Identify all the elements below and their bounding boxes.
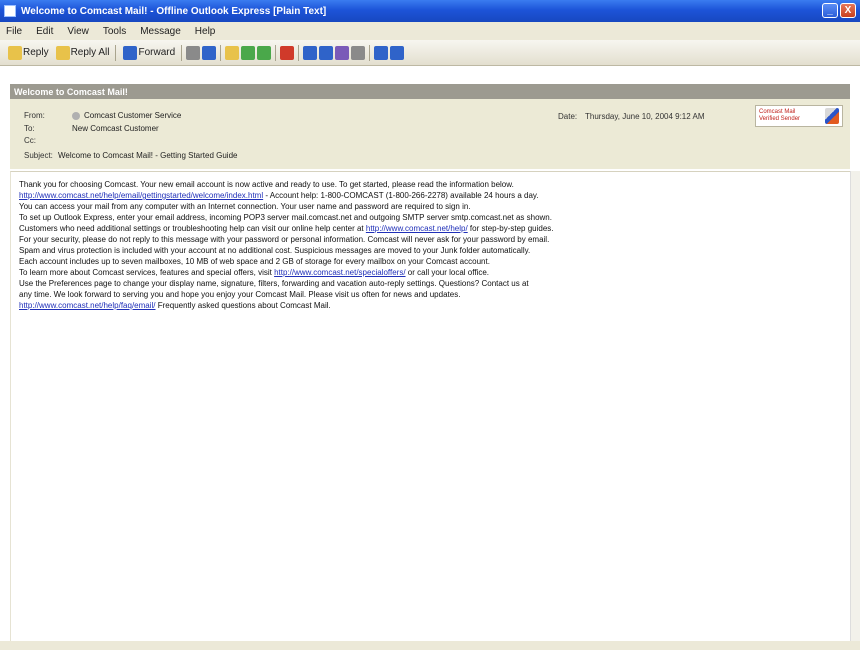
menu-view[interactable]: View bbox=[67, 26, 89, 37]
reply-button[interactable]: Reply bbox=[4, 43, 52, 63]
reply-label: Reply bbox=[23, 47, 49, 58]
menu-tools[interactable]: Tools bbox=[103, 26, 126, 37]
body-text: for step-by-step guides. bbox=[467, 224, 554, 233]
reply-all-label: Reply All bbox=[70, 47, 110, 58]
date-value: Thursday, June 10, 2004 9:12 AM bbox=[585, 112, 705, 121]
toolbar-separator bbox=[115, 44, 117, 61]
stamp-text: Comcast Mail Verified Sender bbox=[759, 109, 800, 123]
body-line: Spam and virus protection is included wi… bbox=[19, 246, 531, 255]
body-line: Each account includes up to seven mailbo… bbox=[19, 257, 490, 266]
toolbar-separator bbox=[220, 44, 222, 61]
menu-help[interactable]: Help bbox=[195, 26, 216, 37]
outlook-express-icon bbox=[4, 5, 16, 17]
status-bar bbox=[0, 641, 860, 650]
body-link[interactable]: http://www.comcast.net/help/ bbox=[366, 224, 468, 233]
addresses-icon[interactable] bbox=[335, 45, 350, 60]
find-icon[interactable] bbox=[351, 45, 366, 60]
toolbar: Reply Reply All Forward bbox=[0, 40, 860, 66]
cc-label: Cc: bbox=[24, 136, 36, 145]
save-icon[interactable] bbox=[202, 45, 217, 60]
from-value[interactable]: Comcast Customer Service bbox=[72, 111, 181, 120]
body-text: Customers who need additional settings o… bbox=[19, 224, 366, 233]
reply-all-icon bbox=[55, 45, 70, 60]
window-title: Welcome to Comcast Mail! - Offline Outlo… bbox=[21, 5, 327, 17]
subject-value: Welcome to Comcast Mail! - Getting Start… bbox=[58, 151, 238, 160]
body-line: any time. We look forward to serving you… bbox=[19, 290, 461, 299]
date-label: Date: bbox=[558, 112, 578, 121]
toolbar-separator bbox=[298, 44, 300, 61]
next-icon[interactable] bbox=[257, 45, 272, 60]
to-label: To: bbox=[24, 124, 35, 133]
body-text: or call your local office. bbox=[405, 268, 489, 277]
message-header: From: Comcast Customer Service To: New C… bbox=[10, 99, 850, 169]
body-line: For your security, please do not reply t… bbox=[19, 235, 550, 244]
contact-icon bbox=[72, 111, 80, 120]
body-text: Frequently asked questions about Comcast… bbox=[155, 301, 331, 310]
body-line: Use the Preferences page to change your … bbox=[19, 279, 529, 288]
window-controls: _ X bbox=[822, 3, 856, 18]
reply-all-button[interactable]: Reply All bbox=[52, 43, 113, 63]
help-icon[interactable] bbox=[390, 45, 405, 60]
down-arrow-icon[interactable] bbox=[319, 45, 334, 60]
sender-stamp: Comcast Mail Verified Sender bbox=[755, 105, 843, 127]
reply-icon bbox=[8, 45, 22, 60]
minimize-button[interactable]: _ bbox=[822, 3, 838, 18]
message-subject-banner: Welcome to Comcast Mail! bbox=[10, 84, 850, 99]
body-text: - Account help: 1-800-COMCAST (1-800-266… bbox=[263, 191, 539, 200]
toolbar-separator bbox=[275, 44, 277, 61]
subject-label: Subject: bbox=[24, 151, 53, 160]
body-line: Customers who need additional settings o… bbox=[19, 223, 842, 234]
menu-bar: File Edit View Tools Message Help bbox=[0, 22, 860, 40]
menu-edit[interactable]: Edit bbox=[36, 26, 53, 37]
print-icon[interactable] bbox=[186, 45, 201, 60]
forward-icon bbox=[123, 45, 138, 60]
forward-button[interactable]: Forward bbox=[119, 43, 178, 63]
body-line: You can access your mail from any comput… bbox=[19, 202, 471, 211]
vertical-scrollbar[interactable] bbox=[850, 171, 860, 641]
menu-message[interactable]: Message bbox=[140, 26, 181, 37]
delete-icon[interactable] bbox=[280, 45, 295, 60]
previous-icon[interactable] bbox=[241, 45, 256, 60]
body-link[interactable]: http://www.comcast.net/help/faq/email/ bbox=[19, 301, 156, 310]
from-label: From: bbox=[24, 111, 45, 120]
body-line: http://www.comcast.net/help/email/gettin… bbox=[19, 190, 842, 201]
comcast-logo-icon bbox=[825, 108, 839, 124]
from-text: Comcast Customer Service bbox=[84, 111, 182, 120]
body-line: To set up Outlook Express, enter your em… bbox=[19, 213, 552, 222]
stamp-line-2: Verified Sender bbox=[759, 116, 801, 122]
body-line: http://www.comcast.net/help/faq/email/ F… bbox=[19, 300, 842, 311]
toolbar-separator bbox=[369, 44, 371, 61]
up-arrow-icon[interactable] bbox=[303, 45, 318, 60]
encoding-icon[interactable] bbox=[374, 45, 389, 60]
title-bar: Welcome to Comcast Mail! - Offline Outlo… bbox=[0, 0, 860, 22]
to-value[interactable]: New Comcast Customer bbox=[72, 124, 159, 133]
menu-file[interactable]: File bbox=[6, 26, 22, 37]
body-line: To learn more about Comcast services, fe… bbox=[19, 267, 842, 278]
message-body[interactable]: Thank you for choosing Comcast. Your new… bbox=[10, 171, 850, 641]
toolbar-separator bbox=[181, 44, 183, 61]
body-link[interactable]: http://www.comcast.net/specialoffers/ bbox=[274, 268, 405, 277]
body-line: Thank you for choosing Comcast. Your new… bbox=[19, 180, 514, 189]
close-button[interactable]: X bbox=[840, 3, 856, 18]
stamp-line-1: Comcast Mail bbox=[759, 109, 796, 115]
flag-icon[interactable] bbox=[225, 45, 240, 60]
forward-label: Forward bbox=[138, 47, 176, 58]
body-text: To learn more about Comcast services, fe… bbox=[19, 268, 275, 277]
body-link[interactable]: http://www.comcast.net/help/email/gettin… bbox=[19, 191, 263, 200]
